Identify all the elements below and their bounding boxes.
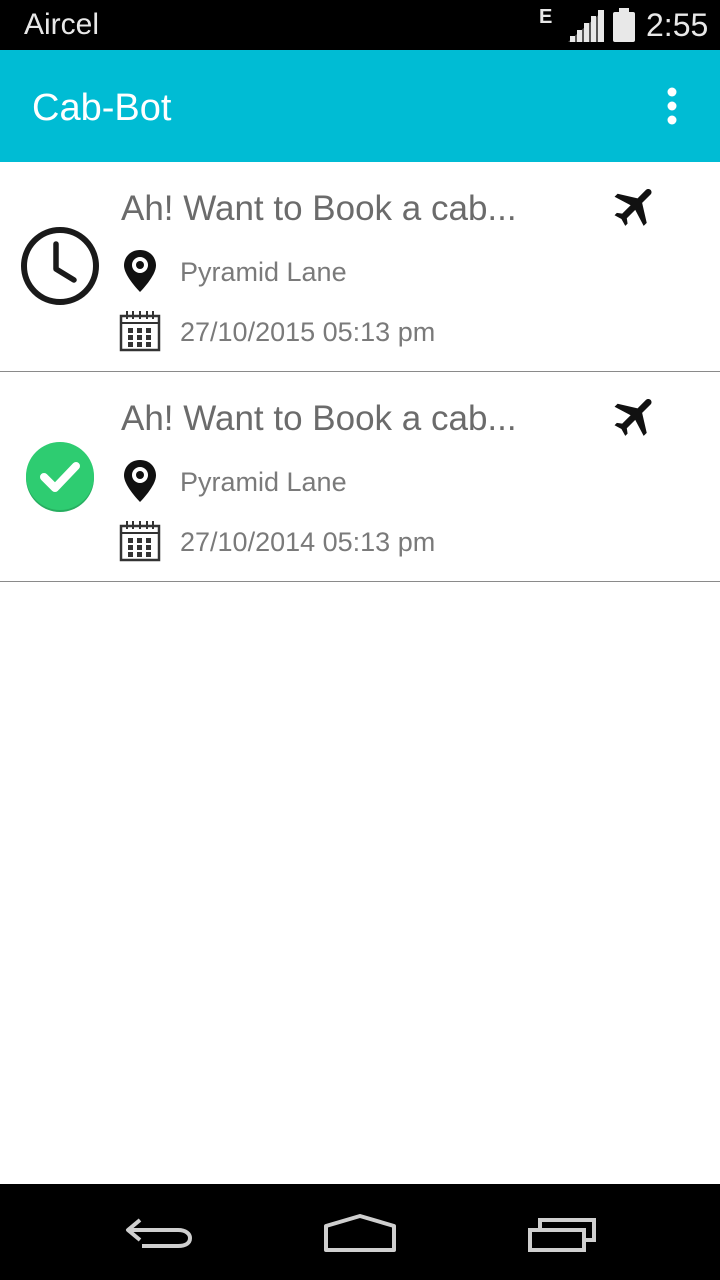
signal-icon (568, 10, 604, 42)
calendar-icon (119, 311, 161, 352)
airplane-icon (614, 188, 652, 226)
booking-datetime: 27/10/2014 05:13 pm (180, 527, 436, 557)
booking-location: Pyramid Lane (180, 467, 347, 497)
booking-title: Ah! Want to Book a cab... (121, 399, 517, 438)
check-circle-icon (26, 442, 94, 512)
recent-apps-icon[interactable] (522, 1208, 602, 1256)
location-pin-icon (124, 460, 156, 502)
calendar-icon (119, 521, 161, 562)
status-bar: Aircel E 2:55 (0, 0, 720, 50)
booking-title: Ah! Want to Book a cab... (121, 189, 517, 228)
booking-row[interactable]: Ah! Want to Book a cab... Pyramid Lane 2… (0, 162, 720, 372)
booking-list: Ah! Want to Book a cab... Pyramid Lane 2… (0, 162, 720, 582)
clock-icon (21, 227, 99, 305)
booking-datetime: 27/10/2015 05:13 pm (180, 317, 436, 347)
battery-icon (613, 8, 635, 42)
app-title: Cab-Bot (32, 87, 172, 129)
location-pin-icon (124, 250, 156, 292)
airplane-icon (614, 398, 652, 436)
app-bar: Cab-Bot (0, 50, 720, 162)
network-type: E (539, 6, 553, 28)
system-nav-bar (0, 1184, 720, 1280)
booking-location: Pyramid Lane (180, 257, 347, 287)
status-time: 2:55 (646, 7, 709, 43)
carrier-name: Aircel (24, 8, 100, 41)
home-icon[interactable] (320, 1208, 400, 1256)
more-vert-icon[interactable] (652, 84, 692, 128)
back-icon[interactable] (120, 1208, 200, 1256)
booking-row[interactable]: Ah! Want to Book a cab... Pyramid Lane 2… (0, 372, 720, 582)
